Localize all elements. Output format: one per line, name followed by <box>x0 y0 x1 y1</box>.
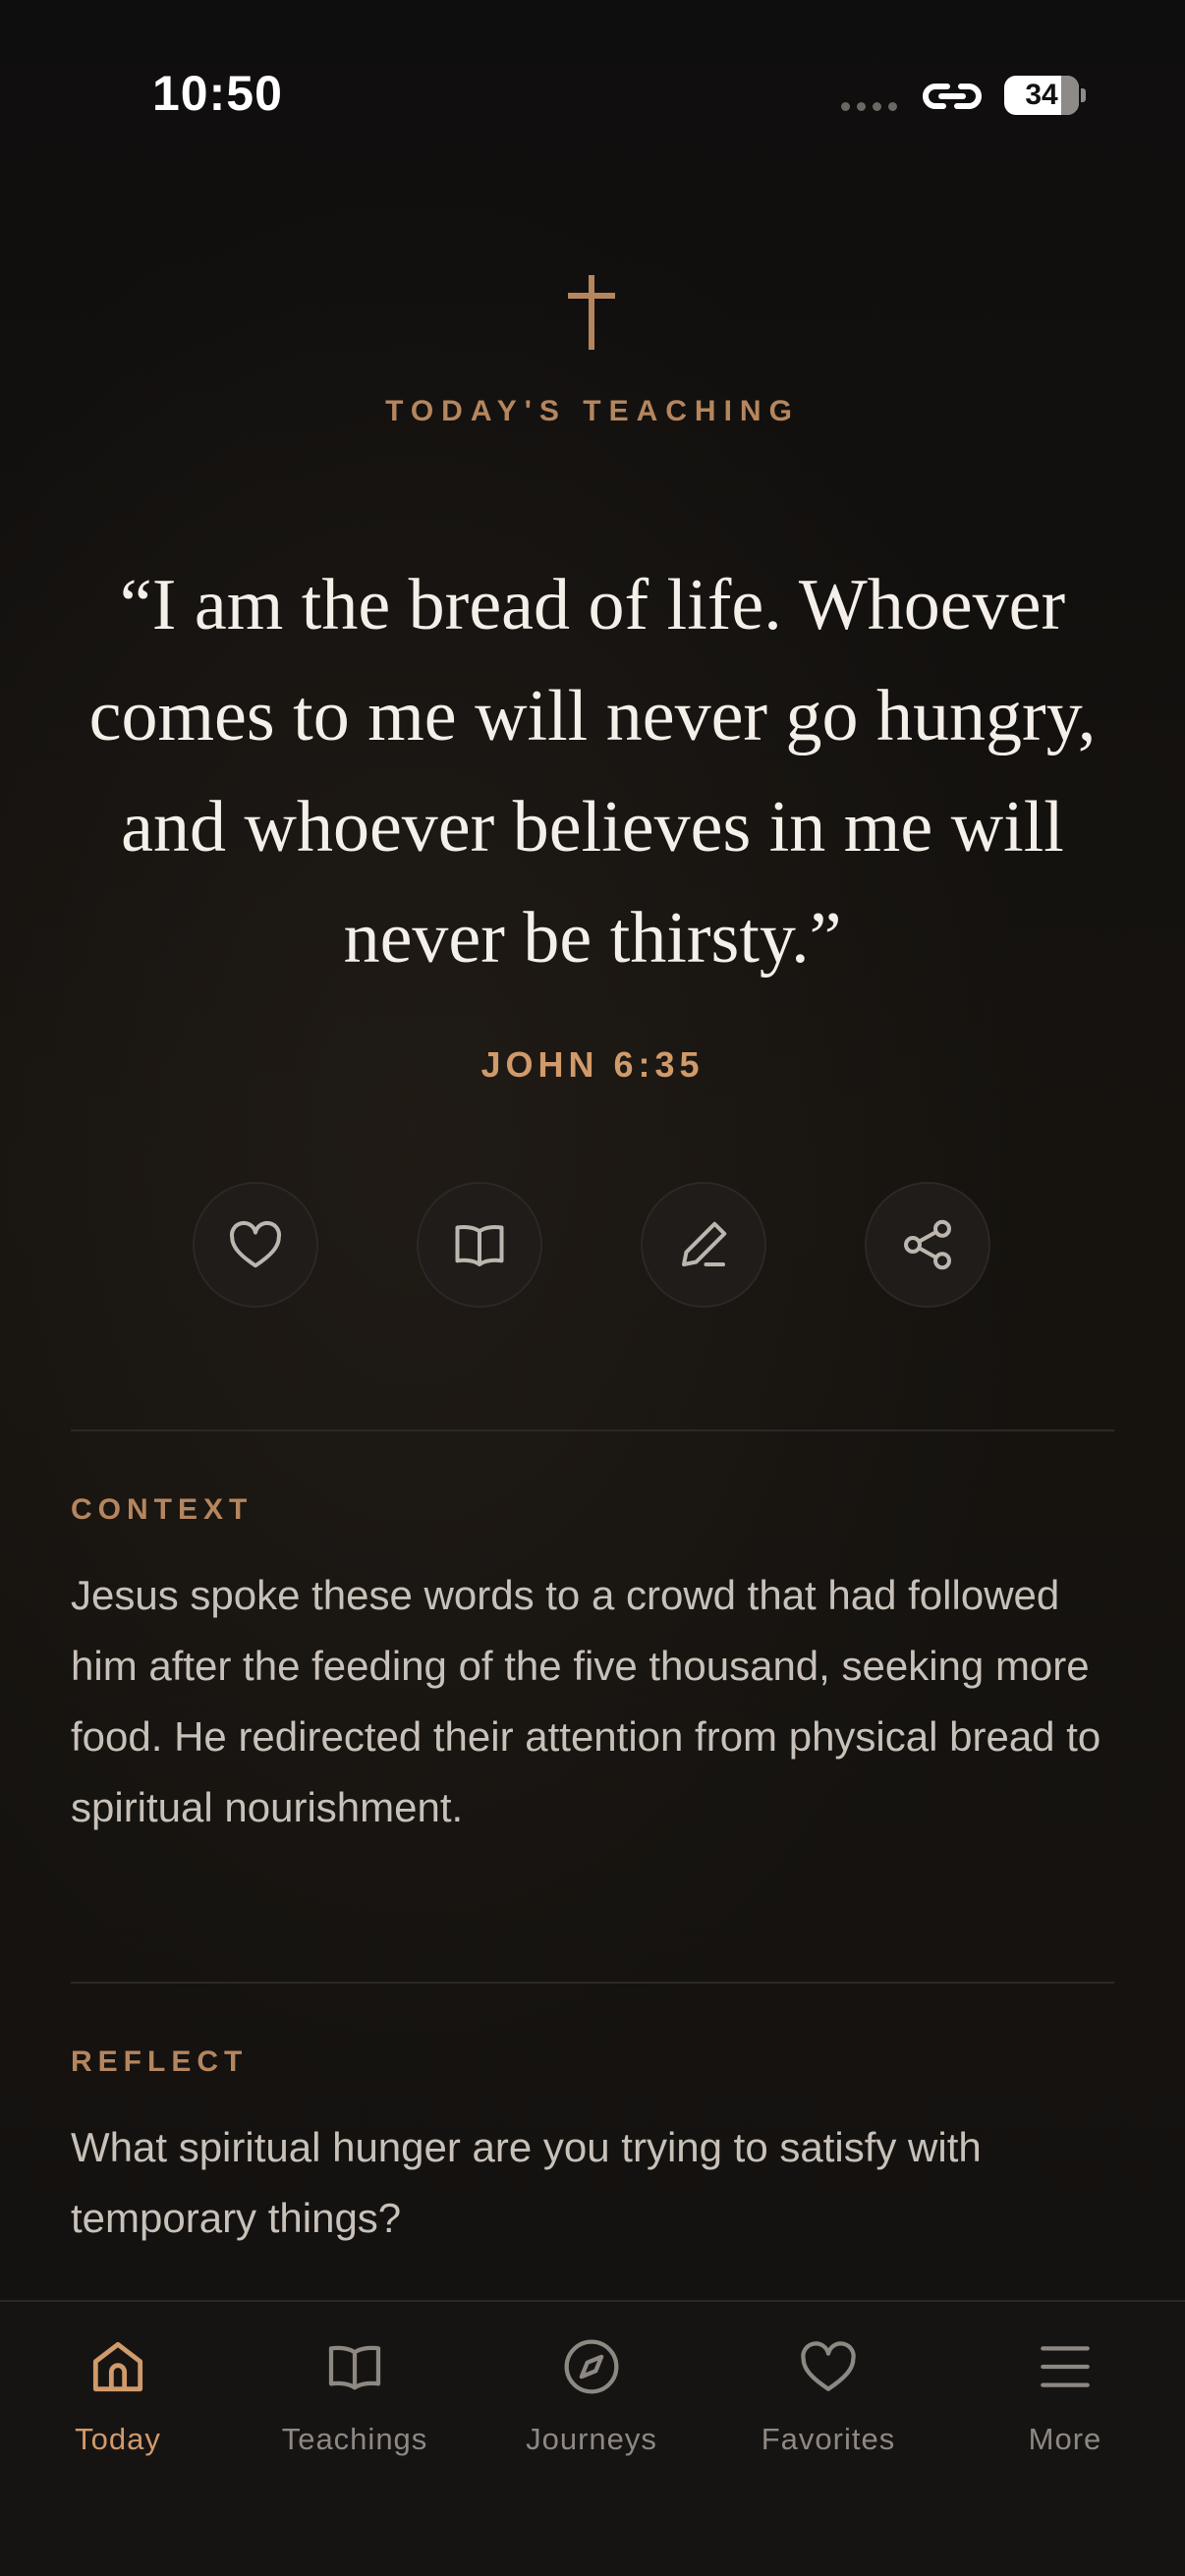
heart-icon <box>801 2341 856 2391</box>
share-icon <box>904 1219 951 1270</box>
divider <box>71 1982 1114 1984</box>
tab-favorites[interactable]: Favorites <box>730 2335 927 2463</box>
verse-quote: “I am the bread of life. Whoever comes t… <box>88 565 1097 979</box>
context-body: Jesus spoke these words to a crowd that … <box>71 1572 1101 1830</box>
signal-dots-icon <box>841 102 897 111</box>
book-icon <box>328 2345 381 2390</box>
tab-label: Journeys <box>526 2422 657 2456</box>
pencil-icon <box>682 1221 727 1266</box>
read-button[interactable] <box>417 1182 542 1308</box>
battery-tip <box>1081 88 1086 102</box>
section-eyebrow: TODAY'S TEACHING <box>385 395 800 427</box>
tab-label: Teachings <box>281 2422 428 2456</box>
tab-label: Today <box>75 2422 161 2456</box>
tab-journeys[interactable]: Journeys <box>493 2335 690 2463</box>
verse-reference: JOHN 6:35 <box>480 1044 705 1085</box>
tab-label: More <box>1028 2422 1102 2456</box>
menu-icon <box>1041 2346 1090 2387</box>
divider <box>71 1429 1114 1431</box>
share-button[interactable] <box>865 1182 990 1308</box>
tab-label: Favorites <box>761 2422 896 2456</box>
tab-more[interactable]: More <box>967 2335 1163 2463</box>
home-icon <box>92 2341 143 2392</box>
reflect-body: What spiritual hunger are you trying to … <box>71 2124 982 2241</box>
book-open-icon <box>455 1225 504 1266</box>
cross-icon <box>568 275 615 350</box>
compass-icon <box>564 2339 619 2394</box>
status-time: 10:50 <box>152 66 283 121</box>
battery-level: 34 <box>1025 79 1058 111</box>
journal-button[interactable] <box>641 1182 766 1308</box>
tab-bar: Today Teachings Journeys Favorites More <box>0 2300 1185 2576</box>
context-label: CONTEXT <box>71 1493 254 1526</box>
reflect-label: REFLECT <box>71 2045 249 2078</box>
tab-today[interactable]: Today <box>20 2335 216 2463</box>
battery-indicator: 34 <box>1004 76 1079 115</box>
link-icon <box>923 84 982 109</box>
tab-teachings[interactable]: Teachings <box>256 2335 453 2463</box>
favorite-button[interactable] <box>193 1182 318 1308</box>
today-screen: 10:50 34 TODAY'S TEACHING “I am the brea… <box>0 0 1185 2576</box>
heart-icon <box>230 1220 281 1268</box>
